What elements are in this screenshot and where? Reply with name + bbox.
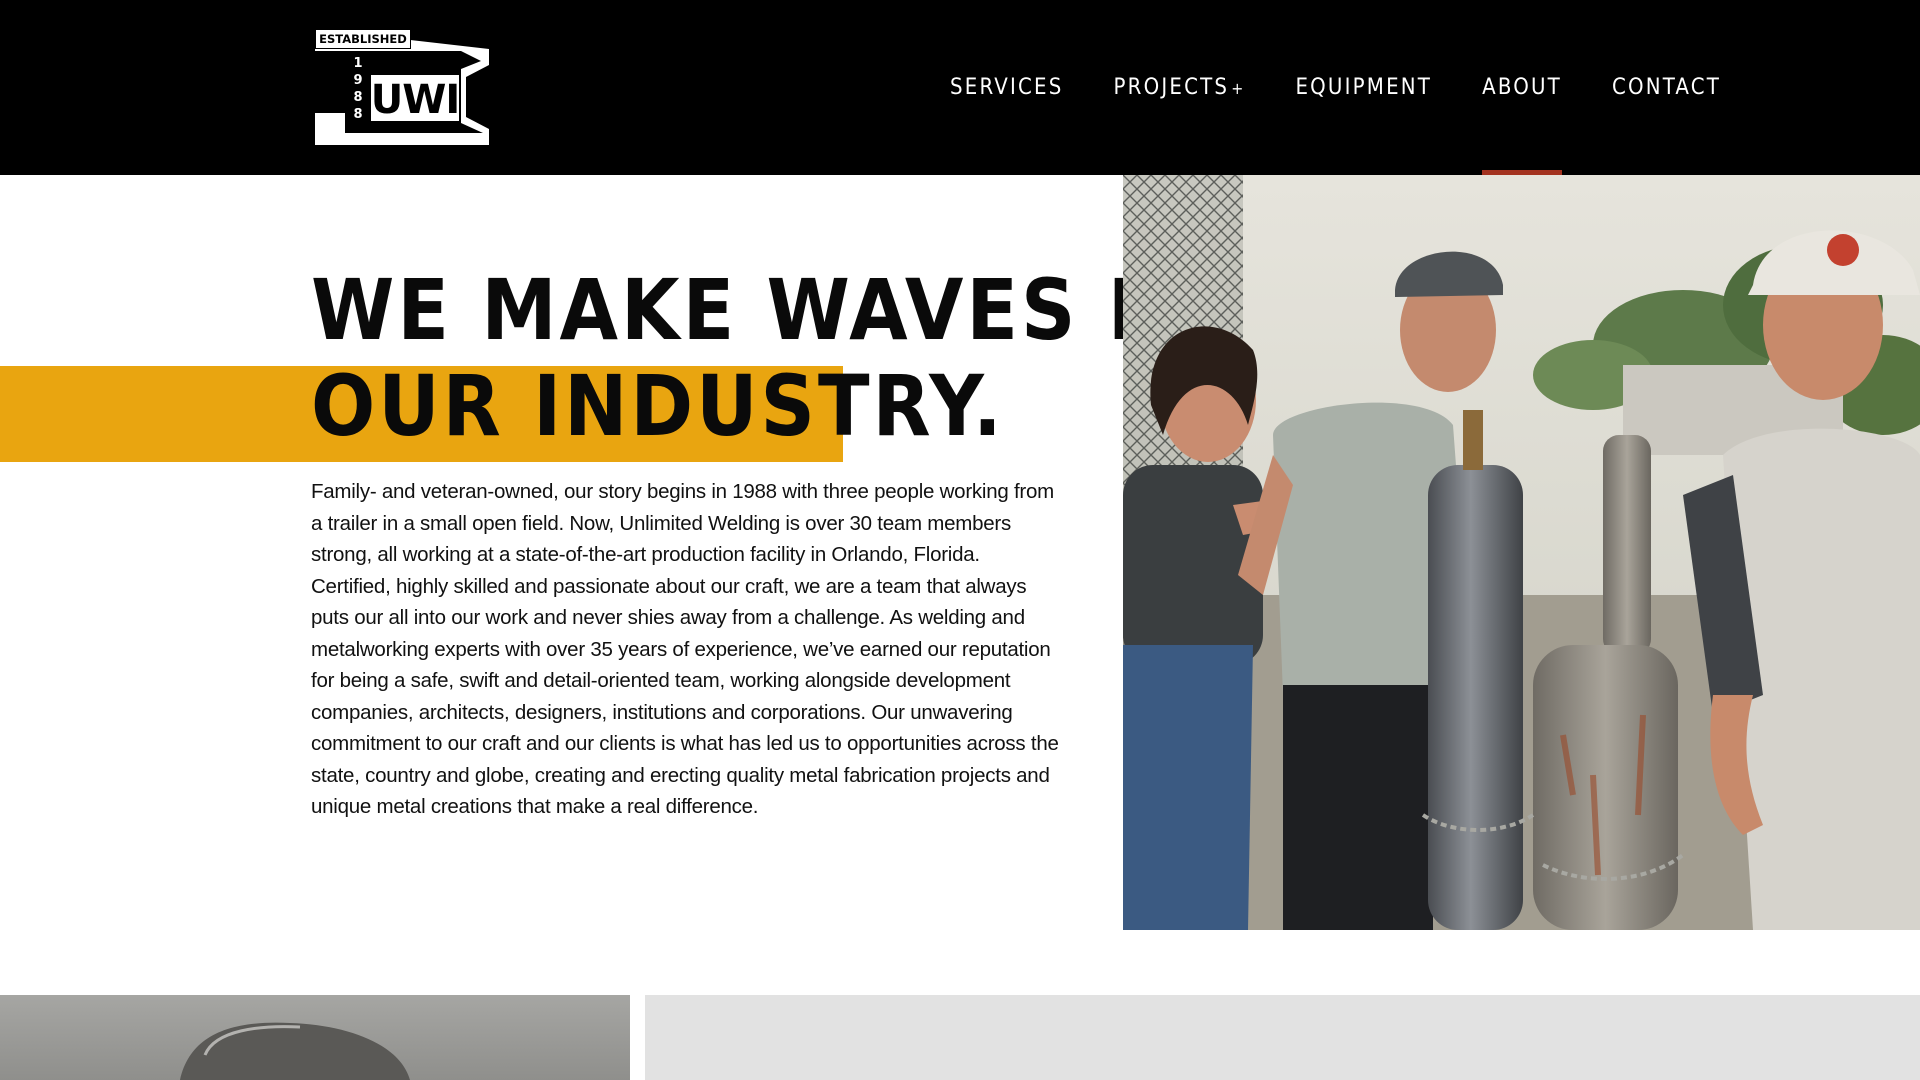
logo-mark-text: UWI: [371, 77, 459, 123]
nav-about-label: ABOUT: [1482, 75, 1562, 100]
nav-about[interactable]: ABOUT: [1482, 0, 1562, 178]
content-panel: [645, 995, 1920, 1080]
hero-title-line-1: WE MAKE WAVES IN: [311, 261, 1206, 359]
nav-services[interactable]: SERVICES: [950, 0, 1064, 175]
site-header: ESTABLISHED 1 9 8 8 UWI SERVICES PROJECT…: [0, 0, 1920, 178]
uwi-logo-mark: ESTABLISHED 1 9 8 8 UWI: [315, 29, 489, 145]
nav-projects-label: PROJECTS: [1113, 75, 1230, 100]
uwi-logo[interactable]: ESTABLISHED 1 9 8 8 UWI: [311, 27, 493, 149]
team-history-photo: [1123, 175, 1920, 930]
logo-established-text: ESTABLISHED: [319, 32, 407, 46]
portrait-illustration: [180, 1022, 410, 1080]
nav-equipment-label: EQUIPMENT: [1295, 75, 1433, 100]
main-nav: SERVICES PROJECTS + EQUIPMENT ABOUT CONTA…: [950, 0, 1721, 178]
nav-services-label: SERVICES: [950, 75, 1064, 100]
hero-body-text: Family- and veteran-owned, our story beg…: [311, 480, 1059, 818]
logo-year-digit: 8: [353, 90, 362, 105]
logo-year-digit: 9: [353, 73, 362, 88]
hero-title: WE MAKE WAVES IN OUR INDUSTRY.: [311, 262, 1205, 454]
nav-contact[interactable]: CONTACT: [1612, 0, 1721, 175]
nav-contact-label: CONTACT: [1611, 75, 1722, 100]
hero-title-line-2: OUR INDUSTRY.: [311, 357, 1005, 455]
logo-year-digit: 8: [353, 107, 362, 122]
submenu-plus-icon: +: [1231, 79, 1246, 98]
logo-year-digit: 1: [353, 56, 362, 71]
nav-equipment[interactable]: EQUIPMENT: [1295, 0, 1432, 175]
team-portrait-photo: [0, 995, 630, 1080]
nav-projects[interactable]: PROJECTS +: [1114, 0, 1246, 175]
team-photo-illustration: [1123, 175, 1920, 930]
